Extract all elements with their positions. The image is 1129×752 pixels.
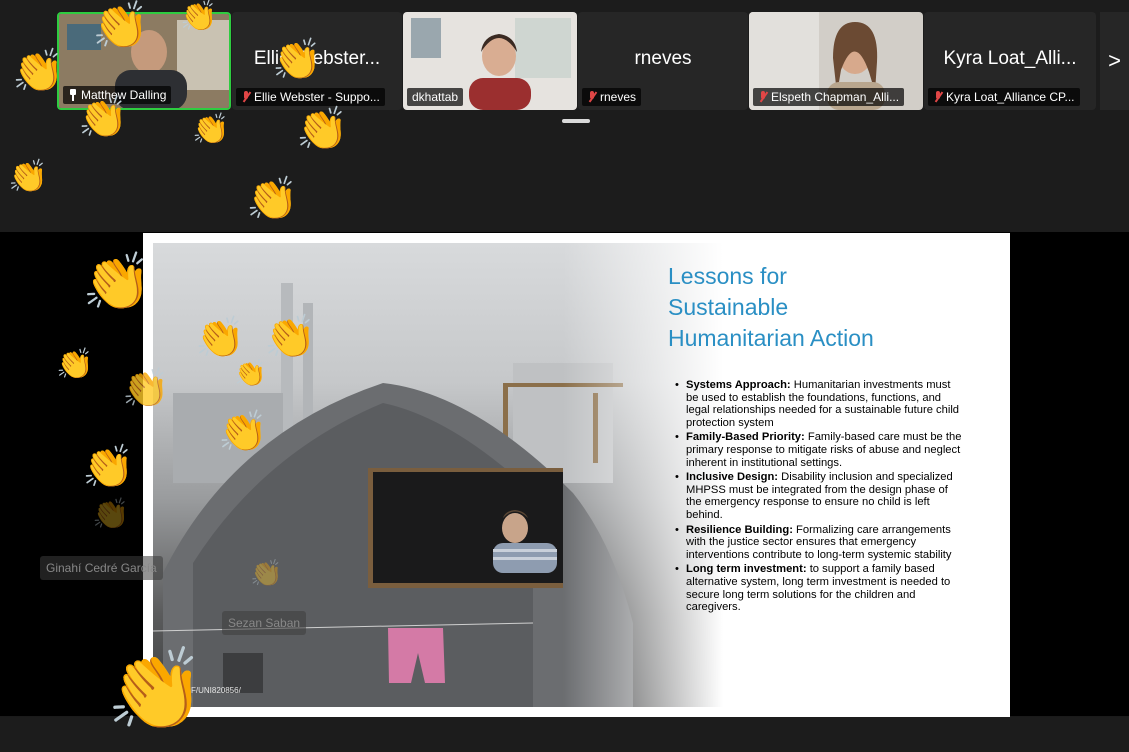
clapping-hands-icon: 👏 — [92, 0, 150, 51]
clapping-hands-icon: 👏 — [180, 0, 218, 33]
shared-slide: F/UNI820856/ Lessons for Sustainable Hum… — [143, 233, 1010, 717]
slide-bullet: Family-Based Priority: Family-based care… — [673, 431, 963, 469]
slide-title-line: Lessons for — [668, 263, 787, 289]
participant-name: Elspeth Chapman_Alli... — [771, 90, 900, 104]
participant-name: Ellie Webster - Suppo... — [254, 90, 380, 104]
slide-bullet-list: Systems Approach: Humanitarian investmen… — [673, 379, 963, 616]
participant-name: dkhattab — [412, 90, 459, 104]
clapping-hands-icon: 👏 — [92, 498, 130, 531]
overlay-participant-name: Ginahí Cedré García — [40, 556, 163, 580]
clapping-hands-icon: 👏 — [192, 113, 230, 146]
clapping-hands-icon: 👏 — [122, 368, 170, 410]
mic-muted-icon — [758, 91, 768, 103]
participant-display-name: Kyra Loat_Alli... — [943, 48, 1077, 69]
clapping-hands-icon: 👏 — [12, 47, 65, 94]
next-page-button[interactable]: > — [1100, 12, 1129, 110]
mic-muted-icon — [933, 91, 943, 103]
clapping-hands-icon: 👏 — [264, 313, 317, 360]
participant-strip: Matthew Dalling Ellie Webster... Ellie W… — [0, 0, 1129, 232]
participant-name-tag: rneves — [582, 88, 642, 106]
bullet-heading: Inclusive Design: — [686, 471, 779, 484]
participant-name-tag: Kyra Loat_Alliance CP... — [928, 88, 1080, 106]
pin-icon — [68, 89, 78, 101]
overlay-participant-name: Sezan Saban — [222, 611, 307, 635]
participant-name-tag: Ellie Webster - Suppo... — [236, 88, 385, 106]
clapping-hands-icon: 👏 — [246, 175, 299, 222]
chevron-right-icon: > — [1108, 48, 1121, 73]
participant-name-tag: Elspeth Chapman_Alli... — [753, 88, 905, 106]
participant-tile-dkhattab[interactable]: dkhattab — [403, 12, 577, 110]
clapping-hands-icon: 👏 — [218, 410, 268, 454]
bullet-heading: Systems Approach: — [686, 379, 791, 391]
clapping-hands-icon: 👏 — [272, 38, 322, 82]
participant-tile-rneves[interactable]: rneves rneves — [578, 12, 748, 110]
clapping-hands-icon: 👏 — [56, 348, 94, 381]
mic-muted-icon — [241, 91, 251, 103]
participant-name-tag: dkhattab — [407, 88, 464, 106]
participant-tile-elspeth-chapman[interactable]: Elspeth Chapman_Alli... — [749, 12, 923, 110]
clapping-hands-icon: 👏 — [106, 645, 206, 734]
clapping-hands-icon: 👏 — [78, 96, 128, 140]
clapping-hands-icon: 👏 — [250, 558, 283, 588]
clapping-hands-icon: 👏 — [82, 443, 135, 490]
resize-handle[interactable] — [562, 119, 590, 123]
slide-title-line: Humanitarian Action — [668, 325, 874, 351]
participant-name: rneves — [600, 90, 637, 104]
bullet-heading: Resilience Building: — [686, 523, 793, 536]
slide-bullet: Resilience Building: Formalizing care ar… — [673, 524, 963, 562]
participant-name: Kyra Loat_Alliance CP... — [946, 90, 1075, 104]
clapping-hands-icon: 👏 — [234, 358, 267, 388]
clapping-hands-icon: 👏 — [82, 250, 152, 313]
bullet-heading: Family-Based Priority: — [686, 431, 805, 444]
slide-bullet: Long term investment: to support a famil… — [673, 563, 963, 613]
slide-bullet: Systems Approach: Humanitarian investmen… — [673, 379, 963, 429]
slide-bullet: Inclusive Design: Disability inclusion a… — [673, 471, 963, 521]
bullet-heading: Long term investment: — [686, 563, 807, 576]
participant-tile-kyra-loat[interactable]: Kyra Loat_Alli... Kyra Loat_Alliance CP.… — [924, 12, 1096, 110]
participant-display-name: rneves — [634, 48, 692, 69]
slide-title: Lessons for Sustainable Humanitarian Act… — [668, 261, 998, 354]
slide-photo: F/UNI820856/ — [153, 243, 723, 707]
clapping-hands-icon: 👏 — [195, 316, 245, 360]
clapping-hands-icon: 👏 — [8, 158, 48, 194]
slide-title-line: Sustainable — [668, 294, 789, 320]
mic-muted-icon — [587, 91, 597, 103]
clapping-hands-icon: 👏 — [296, 105, 349, 152]
